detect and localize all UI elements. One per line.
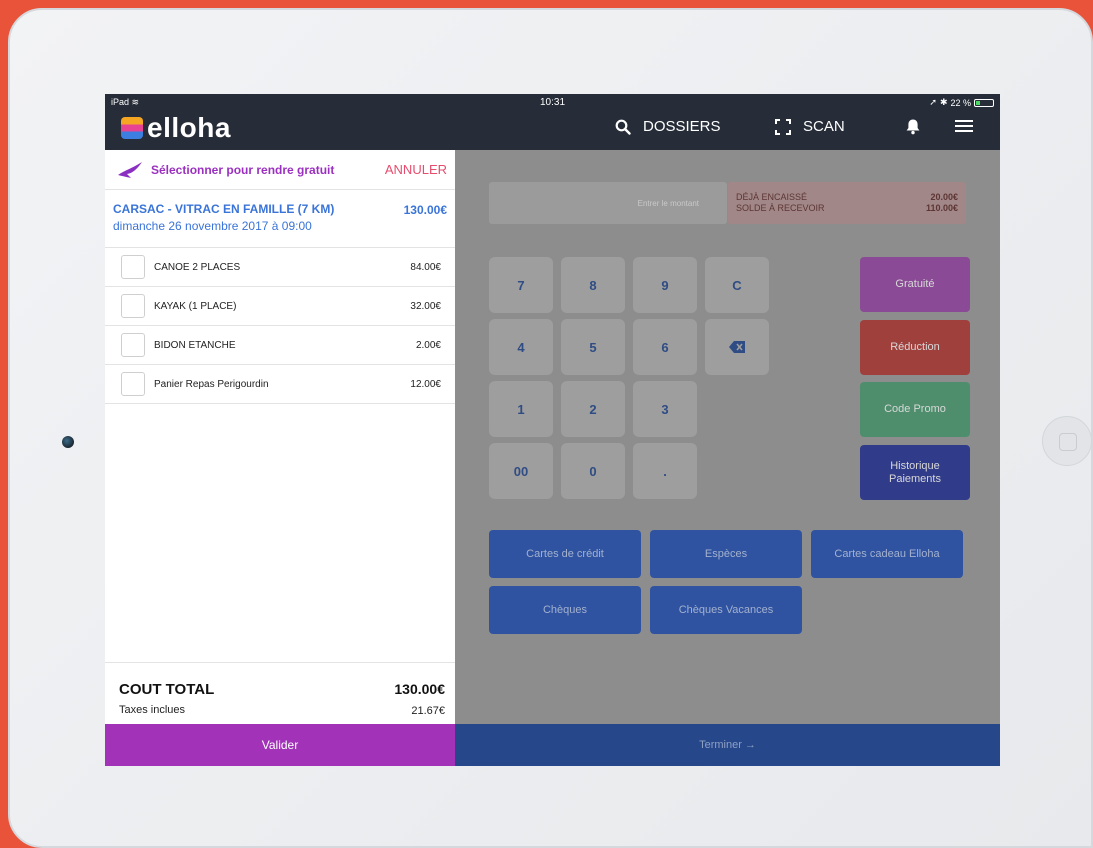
list-item[interactable]: BIDON ETANCHE 2.00€ (105, 326, 455, 365)
nav-scan[interactable]: SCAN (775, 118, 845, 135)
bell-icon[interactable] (905, 118, 921, 135)
credit-card-button[interactable]: Cartes de crédit (489, 530, 641, 578)
bluetooth-icon: ✱ (939, 97, 948, 107)
item-checkbox[interactable] (121, 294, 145, 318)
keypad-0[interactable]: 0 (561, 443, 625, 499)
keypad-2[interactable]: 2 (561, 381, 625, 437)
cheques-label: Chèques (542, 604, 588, 616)
holiday-cheques-label: Chèques Vacances (678, 604, 774, 616)
booking-price: 130.00€ (403, 203, 447, 217)
promo-code-label: Code Promo (884, 403, 946, 416)
select-free-label: Sélectionner pour rendre gratuit (151, 162, 335, 177)
status-time: 10:31 (540, 97, 566, 108)
promo-code-button[interactable]: Code Promo (860, 382, 970, 437)
total-value: 130.00€ (394, 681, 445, 697)
nav-dossiers[interactable]: DOSSIERS (615, 118, 721, 135)
balance-box: DÉJÀ ENCAISSÉ 20.00€ SOLDE À RECEVOIR 11… (728, 182, 966, 224)
top-bar: iPad ≋ 10:31 ➚ ✱ 22 % elloha DOSSIERS SC… (105, 94, 1000, 150)
finish-button[interactable]: Terminer → (455, 724, 1000, 766)
menu-icon[interactable] (955, 118, 973, 134)
item-name: KAYAK (1 PLACE) (154, 300, 237, 312)
discount-button[interactable]: Réduction (860, 320, 970, 375)
free-button-label: Gratuité (895, 278, 935, 291)
search-icon (615, 119, 631, 135)
item-price: 12.00€ (410, 378, 441, 390)
item-checkbox[interactable] (121, 255, 145, 279)
tax-value: 21.67€ (411, 705, 445, 717)
booking-date: dimanche 26 novembre 2017 à 09:00 (113, 219, 312, 233)
payment-history-label: Historique Paiements (889, 459, 941, 485)
app-logo[interactable]: elloha (121, 112, 231, 144)
camera-icon (62, 436, 74, 448)
balance-value: 110.00€ (925, 203, 958, 213)
keypad-9[interactable]: 9 (633, 257, 697, 313)
payment-panel: Entrer le montant DÉJÀ ENCAISSÉ 20.00€ S… (455, 150, 1000, 766)
keypad-clear[interactable]: C (705, 257, 769, 313)
logo-icon (121, 117, 143, 139)
credit-card-label: Cartes de crédit (526, 548, 604, 560)
battery-icon (974, 98, 994, 107)
item-price: 32.00€ (410, 300, 441, 312)
keypad-backspace[interactable] (705, 319, 769, 375)
battery-percent: 22 % (950, 97, 971, 108)
payment-history-button[interactable]: Historique Paiements (860, 445, 970, 500)
keypad-3[interactable]: 3 (633, 381, 697, 437)
status-right: ➚ ✱ 22 % (929, 97, 994, 108)
list-item[interactable]: Panier Repas Perigourdin 12.00€ (105, 365, 455, 404)
cheques-button[interactable]: Chèques (489, 586, 641, 634)
list-item[interactable]: CANOE 2 PLACES 84.00€ (105, 248, 455, 287)
home-button[interactable] (1042, 416, 1092, 466)
item-price: 84.00€ (410, 261, 441, 273)
item-checkbox[interactable] (121, 372, 145, 396)
totals-section: COUT TOTAL 130.00€ Taxes inclues 21.67€ (105, 662, 455, 724)
keypad-8[interactable]: 8 (561, 257, 625, 313)
select-free-row: Sélectionner pour rendre gratuit ANNULER (105, 150, 455, 190)
nav-scan-label: SCAN (803, 118, 845, 135)
amount-input[interactable]: Entrer le montant (489, 182, 727, 224)
status-device: iPad ≋ (111, 97, 140, 107)
item-name: Panier Repas Perigourdin (154, 378, 269, 390)
wifi-icon: ≋ (131, 97, 140, 107)
keypad-dot[interactable]: . (633, 443, 697, 499)
booking-row[interactable]: CARSAC - VITRAC EN FAMILLE (7 KM) 130.00… (105, 190, 455, 248)
list-item[interactable]: KAYAK (1 PLACE) 32.00€ (105, 287, 455, 326)
item-name: BIDON ETANCHE (154, 339, 236, 351)
bird-icon (118, 161, 142, 178)
gift-card-label: Cartes cadeau Elloha (834, 548, 940, 560)
keypad-6[interactable]: 6 (633, 319, 697, 375)
keypad-7[interactable]: 7 (489, 257, 553, 313)
free-button[interactable]: Gratuité (860, 257, 970, 312)
discount-button-label: Réduction (890, 341, 940, 354)
gift-card-button[interactable]: Cartes cadeau Elloha (811, 530, 963, 578)
location-icon: ➚ (929, 97, 937, 107)
app-screen: iPad ≋ 10:31 ➚ ✱ 22 % elloha DOSSIERS SC… (105, 94, 1000, 766)
balance-label: SOLDE À RECEVOIR (736, 203, 825, 213)
nav-dossiers-label: DOSSIERS (643, 118, 721, 135)
tax-label: Taxes inclues (119, 704, 186, 716)
validate-button[interactable]: Valider (105, 724, 455, 766)
keypad-00[interactable]: 00 (489, 443, 553, 499)
item-checkbox[interactable] (121, 333, 145, 357)
already-paid-value: 20.00€ (930, 192, 958, 202)
logo-text: elloha (147, 112, 231, 143)
keypad-4[interactable]: 4 (489, 319, 553, 375)
holiday-cheques-button[interactable]: Chèques Vacances (650, 586, 802, 634)
keypad-5[interactable]: 5 (561, 319, 625, 375)
cash-button[interactable]: Espèces (650, 530, 802, 578)
already-paid-label: DÉJÀ ENCAISSÉ (736, 192, 808, 202)
cancel-button[interactable]: ANNULER (385, 162, 447, 177)
item-name: CANOE 2 PLACES (154, 261, 241, 273)
keypad-1[interactable]: 1 (489, 381, 553, 437)
scan-icon (775, 118, 791, 135)
order-panel: Sélectionner pour rendre gratuit ANNULER… (105, 150, 455, 766)
booking-name: CARSAC - VITRAC EN FAMILLE (7 KM) (113, 202, 335, 216)
cash-label: Espèces (704, 548, 748, 560)
item-price: 2.00€ (415, 339, 441, 351)
backspace-icon (729, 341, 745, 353)
